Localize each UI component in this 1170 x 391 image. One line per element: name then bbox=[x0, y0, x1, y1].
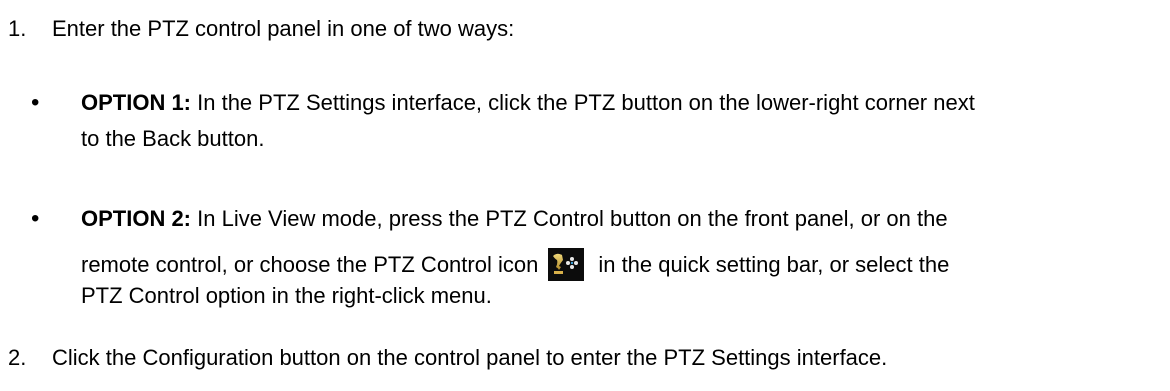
option-1-body: OPTION 1: In the PTZ Settings interface,… bbox=[81, 88, 1141, 154]
option-1-text-1: In the PTZ Settings interface, click the… bbox=[191, 90, 975, 115]
option-2-text-2a: remote control, or choose the PTZ Contro… bbox=[81, 252, 539, 277]
step-1: 1. Enter the PTZ control panel in one of … bbox=[0, 14, 514, 44]
option-1-label: OPTION 1: bbox=[81, 90, 192, 115]
option-2-text-3: PTZ Control option in the right-click me… bbox=[81, 283, 492, 308]
document: 1. Enter the PTZ control panel in one of … bbox=[0, 0, 1170, 391]
step-2: 2. Click the Configuration button on the … bbox=[0, 343, 887, 373]
option-2-body: OPTION 2: In Live View mode, press the P… bbox=[81, 204, 1141, 311]
option-1-line-1: OPTION 1: In the PTZ Settings interface,… bbox=[81, 88, 1141, 118]
option-2-text-1: In Live View mode, press the PTZ Control… bbox=[191, 206, 948, 231]
option-2-line-1: OPTION 2: In Live View mode, press the P… bbox=[81, 204, 1141, 234]
step-1-number: 1. bbox=[8, 16, 27, 41]
option-2-line-2: remote control, or choose the PTZ Contro… bbox=[81, 248, 1141, 281]
ptz-control-icon bbox=[548, 248, 585, 281]
option-2-label: OPTION 2: bbox=[81, 206, 192, 231]
bullet-icon: • bbox=[31, 205, 40, 232]
step-1-text: Enter the PTZ control panel in one of tw… bbox=[52, 16, 515, 41]
step-2-number: 2. bbox=[8, 345, 27, 370]
step-2-text: Click the Configuration button on the co… bbox=[52, 345, 888, 370]
option-1-text-2: to the Back button. bbox=[81, 126, 265, 151]
bullet-icon: • bbox=[31, 89, 40, 116]
option-2-text-2b: in the quick setting bar, or select the bbox=[598, 252, 950, 277]
